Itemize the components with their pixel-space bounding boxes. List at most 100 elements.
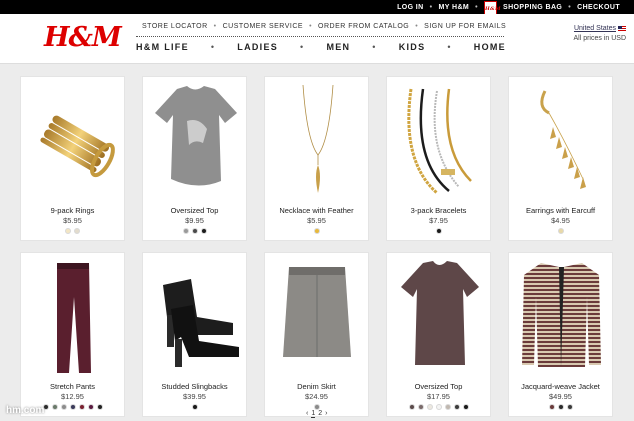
store-locator-link[interactable]: STORE LOCATOR: [142, 23, 208, 30]
separator: •: [568, 3, 572, 11]
color-swatch[interactable]: [200, 228, 207, 234]
color-swatch[interactable]: [191, 404, 198, 410]
product-name[interactable]: Earrings with Earcuff: [509, 206, 612, 215]
product-card[interactable]: Oversized Top $9.95: [142, 76, 247, 241]
product-card[interactable]: Stretch Pants $12.95: [20, 252, 125, 417]
product-name[interactable]: Stretch Pants: [21, 382, 124, 391]
product-name[interactable]: Studded Slingbacks: [143, 382, 246, 391]
color-swatches: [509, 404, 612, 410]
rings-image[interactable]: [27, 81, 120, 203]
color-swatch[interactable]: [557, 228, 564, 234]
product-name[interactable]: Oversized Top: [143, 206, 246, 215]
shoes-image[interactable]: [149, 257, 242, 379]
product-price: $5.95: [63, 216, 82, 225]
us-flag-icon: [618, 25, 626, 31]
color-swatches: [143, 404, 246, 410]
color-swatch[interactable]: [182, 228, 189, 234]
product-name[interactable]: Oversized Top: [387, 382, 490, 391]
product-price: $7.95: [429, 216, 448, 225]
shopping-bag-link[interactable]: SHOPPING BAG: [503, 4, 562, 11]
product-grid: 9-pack Rings $5.95 Oversized Top $9.95 N…: [20, 76, 616, 417]
product-price: $4.95: [551, 216, 570, 225]
color-swatches: [387, 228, 490, 234]
country-link[interactable]: United States: [574, 25, 616, 32]
main-nav: H&M LIFE • LADIES • MEN • KIDS • HOME: [136, 42, 506, 52]
color-swatch[interactable]: [453, 404, 460, 410]
currency-note: All prices in USD: [573, 35, 626, 42]
color-swatch[interactable]: [435, 404, 442, 410]
color-swatch[interactable]: [566, 404, 573, 410]
product-card[interactable]: 3-pack Bracelets $7.95: [386, 76, 491, 241]
prev-page-button[interactable]: ‹: [306, 410, 308, 418]
color-swatch[interactable]: [78, 404, 85, 410]
divider: [136, 36, 504, 37]
color-swatch[interactable]: [444, 404, 451, 410]
next-page-button[interactable]: ›: [325, 410, 327, 418]
product-price: $12.95: [61, 392, 84, 401]
color-swatches: [21, 228, 124, 234]
order-catalog-link[interactable]: ORDER FROM CATALOG: [318, 23, 409, 30]
color-swatch[interactable]: [417, 404, 424, 410]
watermark: hm.com: [6, 405, 45, 416]
nav-ladies[interactable]: LADIES: [237, 42, 278, 52]
color-swatch[interactable]: [65, 228, 71, 234]
color-swatch[interactable]: [51, 404, 58, 410]
earrings-image[interactable]: [515, 81, 608, 203]
product-card[interactable]: 9-pack Rings $5.95: [20, 76, 125, 241]
brand-logo[interactable]: H&M: [44, 22, 122, 53]
utility-nav: STORE LOCATOR • CUSTOMER SERVICE • ORDER…: [142, 23, 507, 30]
color-swatch[interactable]: [557, 404, 564, 410]
jacket-image[interactable]: [515, 257, 608, 379]
nav-home[interactable]: HOME: [474, 42, 506, 52]
necklace-image[interactable]: [271, 81, 364, 203]
product-card[interactable]: Earrings with Earcuff $4.95: [508, 76, 613, 241]
checkout-link[interactable]: CHECKOUT: [577, 4, 620, 11]
color-swatches: [509, 228, 612, 234]
product-card[interactable]: Studded Slingbacks $39.95: [142, 252, 247, 417]
product-price: $17.95: [427, 392, 450, 401]
customer-service-link[interactable]: CUSTOMER SERVICE: [223, 23, 303, 30]
separator: •: [475, 3, 478, 11]
color-swatches: [265, 228, 368, 234]
nav-kids[interactable]: KIDS: [399, 42, 426, 52]
pants-image[interactable]: [27, 257, 120, 379]
color-swatch[interactable]: [426, 404, 433, 410]
color-swatch[interactable]: [60, 404, 67, 410]
product-name[interactable]: Necklace with Feather: [265, 206, 368, 215]
product-name[interactable]: 3-pack Bracelets: [387, 206, 490, 215]
nav-hm-life[interactable]: H&M LIFE: [136, 42, 189, 52]
skirt-image[interactable]: [271, 257, 364, 379]
product-name[interactable]: Jacquard-weave Jacket: [509, 382, 612, 391]
page-1-link[interactable]: 1: [311, 410, 316, 418]
product-card[interactable]: Necklace with Feather $5.95: [264, 76, 369, 241]
account-links: LOG IN • MY H&M • H&M SHOPPING BAG • CHE…: [397, 0, 620, 17]
page-2-link[interactable]: 2: [318, 410, 322, 418]
product-card[interactable]: Oversized Top $17.95: [386, 252, 491, 417]
nav-men[interactable]: MEN: [326, 42, 350, 52]
product-name[interactable]: 9-pack Rings: [21, 206, 124, 215]
color-swatch[interactable]: [408, 404, 415, 410]
color-swatch[interactable]: [96, 404, 103, 410]
color-swatch[interactable]: [435, 228, 442, 234]
product-card[interactable]: Jacquard-weave Jacket $49.95: [508, 252, 613, 417]
bracelets-image[interactable]: [393, 81, 486, 203]
login-link[interactable]: LOG IN: [397, 4, 424, 11]
color-swatch[interactable]: [74, 228, 80, 234]
color-swatch[interactable]: [462, 404, 469, 410]
product-card[interactable]: Denim Skirt $24.95: [264, 252, 369, 417]
tshirt-image[interactable]: [149, 81, 242, 203]
print-top-image[interactable]: [393, 257, 486, 379]
product-price: $39.95: [183, 392, 206, 401]
product-name[interactable]: Denim Skirt: [265, 382, 368, 391]
product-price: $49.95: [549, 392, 572, 401]
separator: •: [429, 3, 433, 11]
product-price: $24.95: [305, 392, 328, 401]
my-hm-link[interactable]: MY H&M: [438, 4, 469, 11]
color-swatch[interactable]: [313, 228, 320, 234]
color-swatch[interactable]: [87, 404, 94, 410]
color-swatches: [143, 228, 246, 234]
color-swatch[interactable]: [69, 404, 76, 410]
color-swatch[interactable]: [191, 228, 198, 234]
color-swatch[interactable]: [548, 404, 555, 410]
email-signup-link[interactable]: SIGN UP FOR EMAILS: [424, 23, 506, 30]
